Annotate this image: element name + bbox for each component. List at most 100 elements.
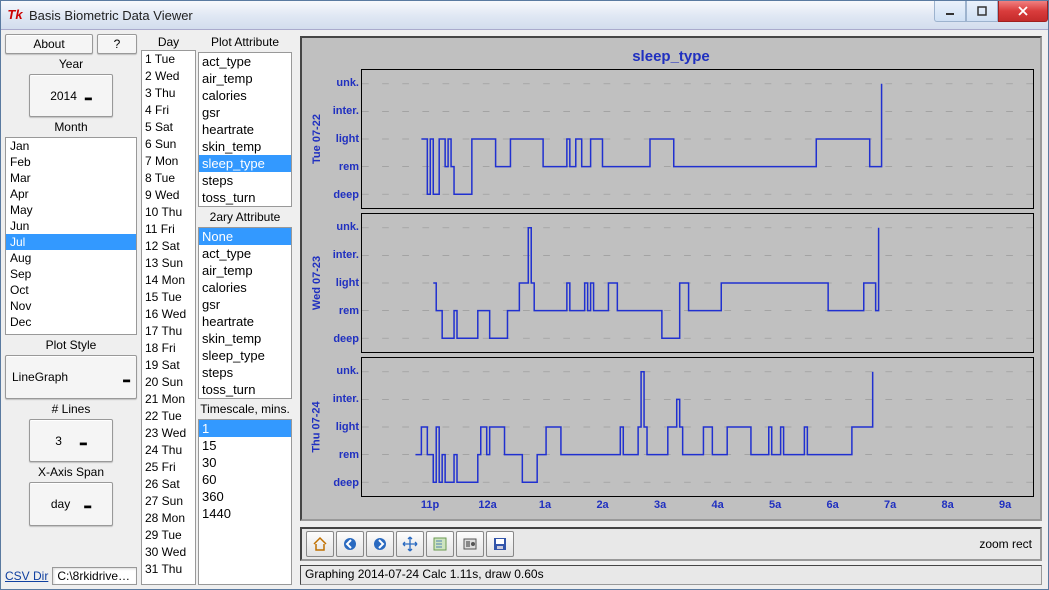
list-item[interactable]: sleep_type: [199, 155, 291, 172]
month-listbox[interactable]: JanFebMarAprMayJunJulAugSepOctNovDec: [5, 137, 137, 335]
list-item[interactable]: Apr: [6, 186, 136, 202]
list-item[interactable]: skin_temp: [199, 330, 291, 347]
day-listbox[interactable]: 1 Tue2 Wed3 Thu4 Fri5 Sat6 Sun7 Mon8 Tue…: [141, 50, 196, 585]
list-item[interactable]: 14 Mon: [142, 272, 195, 289]
list-item[interactable]: 25 Fri: [142, 459, 195, 476]
list-item[interactable]: 13 Sun: [142, 255, 195, 272]
list-item[interactable]: 16 Wed: [142, 306, 195, 323]
secondary-attribute-listbox[interactable]: Noneact_typeair_tempcaloriesgsrheartrate…: [198, 227, 292, 399]
nlines-selector[interactable]: 3▂: [29, 419, 113, 462]
list-item[interactable]: 10 Thu: [142, 204, 195, 221]
maximize-button[interactable]: [966, 1, 998, 22]
list-item[interactable]: 28 Mon: [142, 510, 195, 527]
list-item[interactable]: Jan: [6, 138, 136, 154]
list-item[interactable]: 1440: [199, 505, 291, 522]
list-item[interactable]: calories: [199, 87, 291, 104]
list-item[interactable]: 31 Thu: [142, 561, 195, 578]
list-item[interactable]: 30 Wed: [142, 544, 195, 561]
list-item[interactable]: steps: [199, 172, 291, 189]
list-item[interactable]: toss_turn: [199, 189, 291, 206]
x-tick: 5a: [746, 499, 804, 513]
list-item[interactable]: Aug: [6, 250, 136, 266]
list-item[interactable]: air_temp: [199, 262, 291, 279]
list-item[interactable]: None: [199, 228, 291, 245]
x-tick: 4a: [689, 499, 747, 513]
forward-icon[interactable]: [366, 531, 394, 557]
save-icon[interactable]: [486, 531, 514, 557]
pan-icon[interactable]: [396, 531, 424, 557]
list-item[interactable]: 15: [199, 437, 291, 454]
list-item[interactable]: Sep: [6, 266, 136, 282]
list-item[interactable]: 1: [199, 420, 291, 437]
list-item[interactable]: 17 Thu: [142, 323, 195, 340]
list-item[interactable]: gsr: [199, 104, 291, 121]
list-item[interactable]: Nov: [6, 298, 136, 314]
about-button[interactable]: About: [5, 34, 93, 54]
csv-dir-link[interactable]: CSV Dir: [5, 569, 48, 583]
list-item[interactable]: gsr: [199, 296, 291, 313]
help-button[interactable]: ?: [97, 34, 137, 54]
list-item[interactable]: 11 Fri: [142, 221, 195, 238]
list-item[interactable]: heartrate: [199, 121, 291, 138]
list-item[interactable]: 26 Sat: [142, 476, 195, 493]
list-item[interactable]: Dec: [6, 314, 136, 330]
list-item[interactable]: 4 Fri: [142, 102, 195, 119]
list-item[interactable]: 21 Mon: [142, 391, 195, 408]
list-item[interactable]: act_type: [199, 53, 291, 70]
list-item[interactable]: Feb: [6, 154, 136, 170]
list-item[interactable]: 360: [199, 488, 291, 505]
chart-canvas[interactable]: [361, 69, 1034, 209]
list-item[interactable]: Jun: [6, 218, 136, 234]
back-icon[interactable]: [336, 531, 364, 557]
chart-canvas[interactable]: [361, 357, 1034, 497]
list-item[interactable]: act_type: [199, 245, 291, 262]
title-bar[interactable]: Tk Basis Biometric Data Viewer: [1, 1, 1048, 30]
list-item[interactable]: 19 Sat: [142, 357, 195, 374]
csv-path-field[interactable]: C:\8rkidrives...: [52, 567, 137, 585]
year-selector[interactable]: 2014▂: [29, 74, 113, 117]
list-item[interactable]: skin_temp: [199, 138, 291, 155]
list-item[interactable]: 20 Sun: [142, 374, 195, 391]
timescale-listbox[interactable]: 11530603601440: [198, 419, 292, 585]
plotstyle-selector[interactable]: LineGraph▂: [5, 355, 137, 398]
list-item[interactable]: 27 Sun: [142, 493, 195, 510]
list-item[interactable]: 29 Tue: [142, 527, 195, 544]
chart-row: Wed 07-23unk.inter.lightremdeep: [308, 213, 1034, 353]
list-item[interactable]: Oct: [6, 282, 136, 298]
list-item[interactable]: 2 Wed: [142, 68, 195, 85]
configure-icon[interactable]: [456, 531, 484, 557]
chart-canvas[interactable]: [361, 213, 1034, 353]
list-item[interactable]: steps: [199, 364, 291, 381]
home-icon[interactable]: [306, 531, 334, 557]
xspan-selector[interactable]: day▂: [29, 482, 113, 525]
list-item[interactable]: heartrate: [199, 313, 291, 330]
plot-attribute-listbox[interactable]: act_typeair_tempcaloriesgsrheartrateskin…: [198, 52, 292, 207]
list-item[interactable]: sleep_type: [199, 347, 291, 364]
list-item[interactable]: toss_turn: [199, 381, 291, 398]
list-item[interactable]: calories: [199, 279, 291, 296]
list-item[interactable]: 5 Sat: [142, 119, 195, 136]
list-item[interactable]: 24 Thu: [142, 442, 195, 459]
list-item[interactable]: 18 Fri: [142, 340, 195, 357]
list-item[interactable]: 30: [199, 454, 291, 471]
list-item[interactable]: Mar: [6, 170, 136, 186]
list-item[interactable]: air_temp: [199, 70, 291, 87]
list-item[interactable]: 60: [199, 471, 291, 488]
list-item[interactable]: 15 Tue: [142, 289, 195, 306]
list-item[interactable]: 9 Wed: [142, 187, 195, 204]
nlines-label: # Lines: [5, 401, 137, 417]
close-button[interactable]: [998, 1, 1048, 22]
list-item[interactable]: 6 Sun: [142, 136, 195, 153]
minimize-button[interactable]: [934, 1, 966, 22]
list-item[interactable]: 8 Tue: [142, 170, 195, 187]
list-item[interactable]: 12 Sat: [142, 238, 195, 255]
zoom-icon[interactable]: [426, 531, 454, 557]
list-item[interactable]: 1 Tue: [142, 51, 195, 68]
list-item[interactable]: May: [6, 202, 136, 218]
list-item[interactable]: 22 Tue: [142, 408, 195, 425]
list-item[interactable]: 3 Thu: [142, 85, 195, 102]
list-item[interactable]: 23 Wed: [142, 425, 195, 442]
list-item[interactable]: 7 Mon: [142, 153, 195, 170]
chart-row: Tue 07-22unk.inter.lightremdeep: [308, 69, 1034, 209]
list-item[interactable]: Jul: [6, 234, 136, 250]
